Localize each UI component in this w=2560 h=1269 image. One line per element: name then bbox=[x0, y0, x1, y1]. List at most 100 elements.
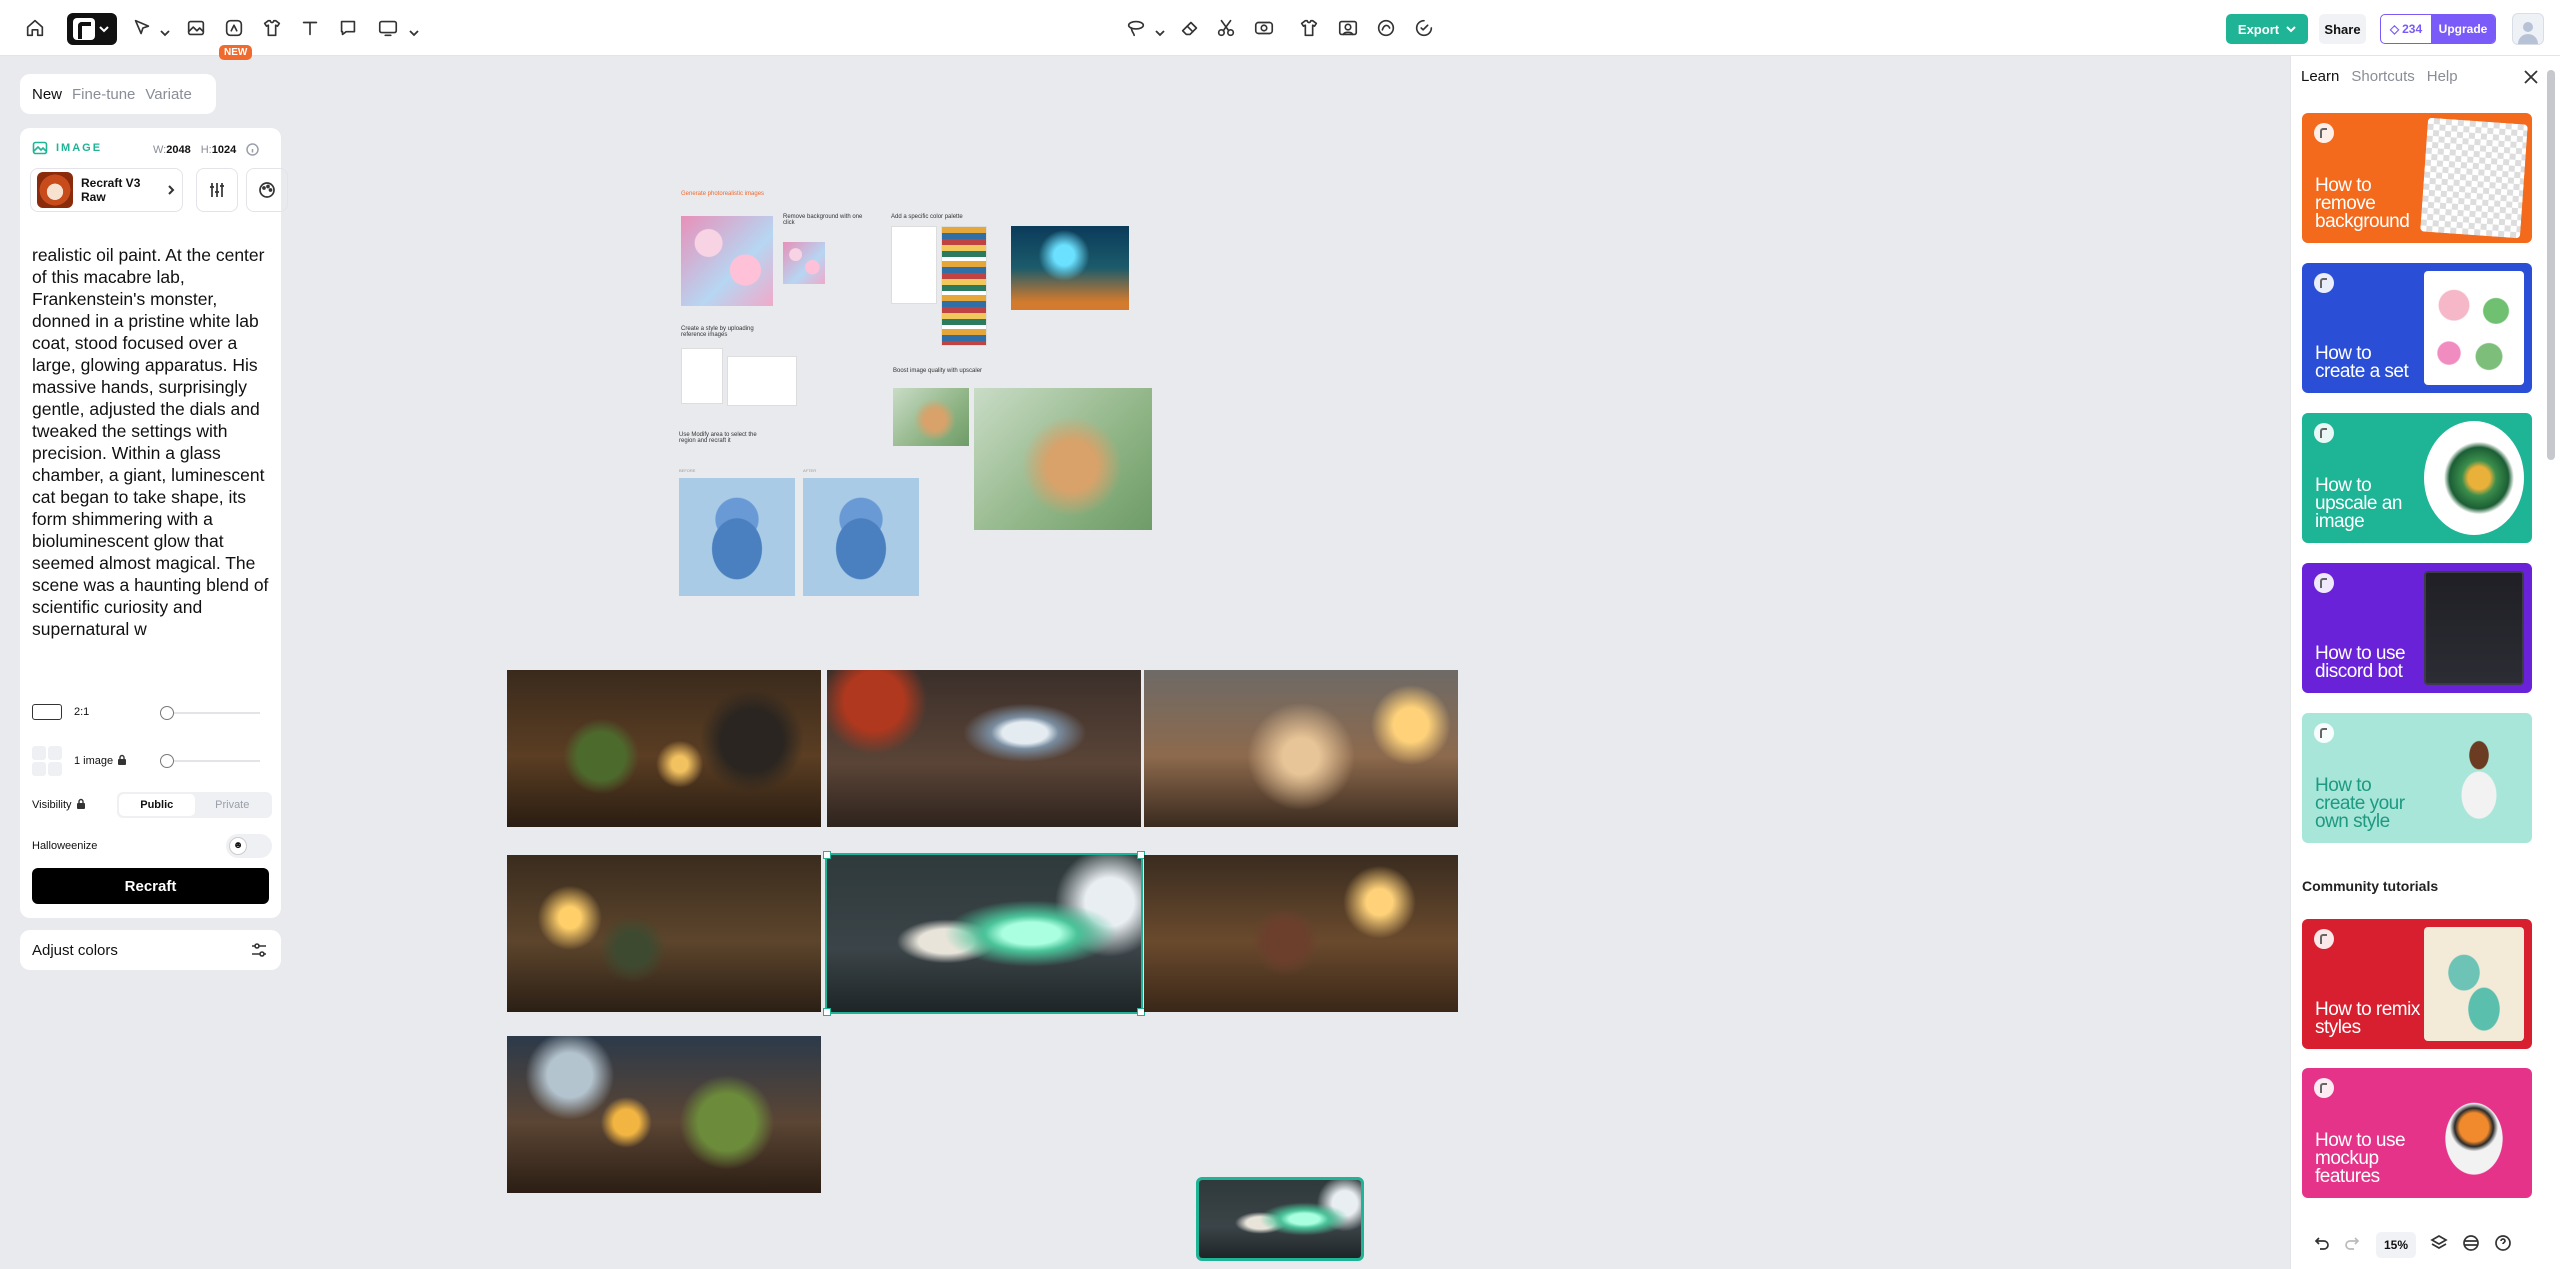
redo-icon[interactable] bbox=[2344, 1234, 2362, 1257]
grid-toggle-icon[interactable] bbox=[2462, 1234, 2480, 1257]
chevron-down-icon[interactable] bbox=[160, 24, 170, 37]
info-icon[interactable] bbox=[246, 143, 259, 156]
image-size[interactable]: W:2048 H:1024 bbox=[153, 143, 259, 156]
frame-tool-icon[interactable] bbox=[374, 14, 402, 42]
undo-icon[interactable] bbox=[2312, 1234, 2330, 1257]
board-section-style: Create a style by uploading reference im… bbox=[681, 326, 754, 338]
tutorial-card-create-set[interactable]: How to create a set bbox=[2302, 263, 2532, 393]
recraft-badge-icon bbox=[2314, 573, 2334, 593]
aspect-ratio-icon bbox=[32, 704, 62, 720]
visibility-toggle[interactable]: Public Private bbox=[117, 792, 272, 818]
text-tool-icon[interactable] bbox=[296, 14, 324, 42]
chevron-down-icon[interactable] bbox=[1155, 24, 1165, 37]
upgrade-button[interactable]: Upgrade bbox=[2431, 15, 2495, 43]
mockup-tool-icon[interactable] bbox=[258, 14, 286, 42]
visibility-row: Visibility Public Private bbox=[32, 792, 272, 818]
eraser-icon[interactable] bbox=[1176, 14, 1204, 42]
tab-learn[interactable]: Learn bbox=[2301, 68, 2339, 85]
tutorial-card-remix-styles[interactable]: How to remix styles bbox=[2302, 919, 2532, 1049]
visibility-private[interactable]: Private bbox=[195, 794, 271, 816]
recraft-badge-icon bbox=[2314, 423, 2334, 443]
credits-count: ◇ 234 bbox=[2381, 15, 2431, 43]
scissors-icon[interactable] bbox=[1212, 14, 1240, 42]
board-image-room-small bbox=[893, 388, 969, 446]
tab-shortcuts[interactable]: Shortcuts bbox=[2351, 68, 2414, 85]
tutorial-card-upscale[interactable]: How to upscale an image bbox=[2302, 413, 2532, 543]
pumpkin-icon: ☻ bbox=[229, 837, 247, 855]
palette-icon bbox=[259, 182, 275, 198]
canvas-image-reading-girl[interactable] bbox=[1144, 855, 1458, 1012]
learn-panel-scrollbar[interactable] bbox=[2547, 70, 2555, 460]
tab-fine-tune[interactable]: Fine-tune bbox=[72, 86, 135, 103]
board-section-remove-bg: Remove background with one click bbox=[783, 214, 863, 226]
canvas-image-tavern-crowd[interactable] bbox=[507, 855, 821, 1012]
tab-help[interactable]: Help bbox=[2427, 68, 2458, 85]
lasso-icon[interactable] bbox=[1122, 14, 1150, 42]
lock-icon bbox=[72, 798, 86, 812]
recraft-generate-button[interactable]: Recraft bbox=[32, 868, 269, 904]
canvas-image-tavern-goblins[interactable] bbox=[507, 670, 821, 827]
upscale-icon[interactable] bbox=[1410, 14, 1438, 42]
canvas-image-winter-market[interactable] bbox=[1144, 670, 1458, 827]
board-image-blossom bbox=[681, 216, 773, 306]
recraft-badge-icon bbox=[2314, 273, 2334, 293]
slider-knob[interactable] bbox=[160, 706, 174, 720]
prompt-textarea[interactable]: realistic oil paint. At the center of th… bbox=[32, 244, 272, 684]
image-count-row[interactable]: 1 image bbox=[32, 746, 127, 776]
sliders-icon bbox=[210, 183, 224, 197]
slider-knob[interactable] bbox=[160, 754, 174, 768]
image-tool-icon[interactable] bbox=[182, 14, 210, 42]
chevron-down-icon[interactable] bbox=[409, 24, 419, 37]
board-before-label: BEFORE bbox=[679, 468, 696, 473]
canvas-image-frankenstein-lab[interactable] bbox=[825, 853, 1143, 1014]
export-button[interactable]: Export bbox=[2226, 14, 2308, 44]
home-icon[interactable] bbox=[21, 14, 49, 42]
onboarding-board[interactable]: Generate photorealistic images Remove ba… bbox=[677, 186, 1153, 600]
settings-sliders-button[interactable] bbox=[196, 168, 238, 212]
resize-handle[interactable] bbox=[823, 1008, 831, 1016]
canvas-minimap[interactable] bbox=[1196, 1177, 1364, 1261]
tab-new[interactable]: New bbox=[32, 86, 62, 103]
aspect-ratio-row[interactable]: 2:1 bbox=[32, 704, 89, 720]
tutorial-card-mockup-features[interactable]: How to use mockup features bbox=[2302, 1068, 2532, 1198]
resize-handle[interactable] bbox=[823, 851, 831, 859]
credits-widget[interactable]: ◇ 234 Upgrade bbox=[2380, 14, 2496, 44]
inpaint-icon[interactable] bbox=[1250, 14, 1278, 42]
layers-icon[interactable] bbox=[2430, 1234, 2448, 1257]
image-count-slider[interactable] bbox=[160, 754, 260, 768]
halloweenize-toggle[interactable]: ☻ bbox=[226, 834, 272, 858]
tutorial-title: How to remove background bbox=[2315, 175, 2410, 232]
help-icon[interactable] bbox=[2494, 1234, 2512, 1257]
tutorial-card-discord-bot[interactable]: How to use discord bot bbox=[2302, 563, 2532, 693]
recraft-badge-icon bbox=[2314, 929, 2334, 949]
vectorize-icon[interactable] bbox=[1372, 14, 1400, 42]
close-icon[interactable] bbox=[2520, 66, 2542, 88]
vector-tool-icon[interactable] bbox=[220, 14, 248, 42]
tab-variate[interactable]: Variate bbox=[145, 86, 191, 103]
visibility-public[interactable]: Public bbox=[119, 794, 195, 816]
tutorial-card-remove-background[interactable]: How to remove background bbox=[2302, 113, 2532, 243]
style-palette-button[interactable] bbox=[246, 168, 288, 212]
board-image-blossom-cutout bbox=[783, 242, 825, 284]
avatar[interactable] bbox=[2512, 13, 2544, 45]
community-tutorials-title: Community tutorials bbox=[2302, 878, 2439, 894]
halloweenize-row: Halloweenize ☻ bbox=[32, 834, 272, 858]
recraft-logo-menu[interactable] bbox=[67, 13, 117, 45]
model-selector[interactable]: Recraft V3 Raw bbox=[30, 168, 183, 212]
select-tool-icon[interactable] bbox=[128, 14, 156, 42]
board-image-dog-before bbox=[679, 478, 795, 596]
adjust-colors-panel[interactable]: Adjust colors bbox=[20, 930, 281, 970]
board-image-dog-after bbox=[803, 478, 919, 596]
aspect-ratio-slider[interactable] bbox=[160, 706, 260, 720]
image-icon bbox=[32, 141, 48, 155]
comment-tool-icon[interactable] bbox=[334, 14, 362, 42]
halloweenize-label: Halloweenize bbox=[32, 840, 98, 852]
zoom-level[interactable]: 15% bbox=[2376, 1232, 2416, 1258]
canvas-image-gothic-hall[interactable] bbox=[827, 670, 1141, 827]
remove-background-icon[interactable] bbox=[1334, 14, 1362, 42]
tutorial-card-own-style[interactable]: How to create your own style bbox=[2302, 713, 2532, 843]
share-button[interactable]: Share bbox=[2319, 14, 2366, 44]
mockup-shirt-icon[interactable] bbox=[1295, 14, 1323, 42]
image-count-value: 1 image bbox=[74, 755, 114, 767]
canvas-image-goblin-toast[interactable] bbox=[507, 1036, 821, 1193]
